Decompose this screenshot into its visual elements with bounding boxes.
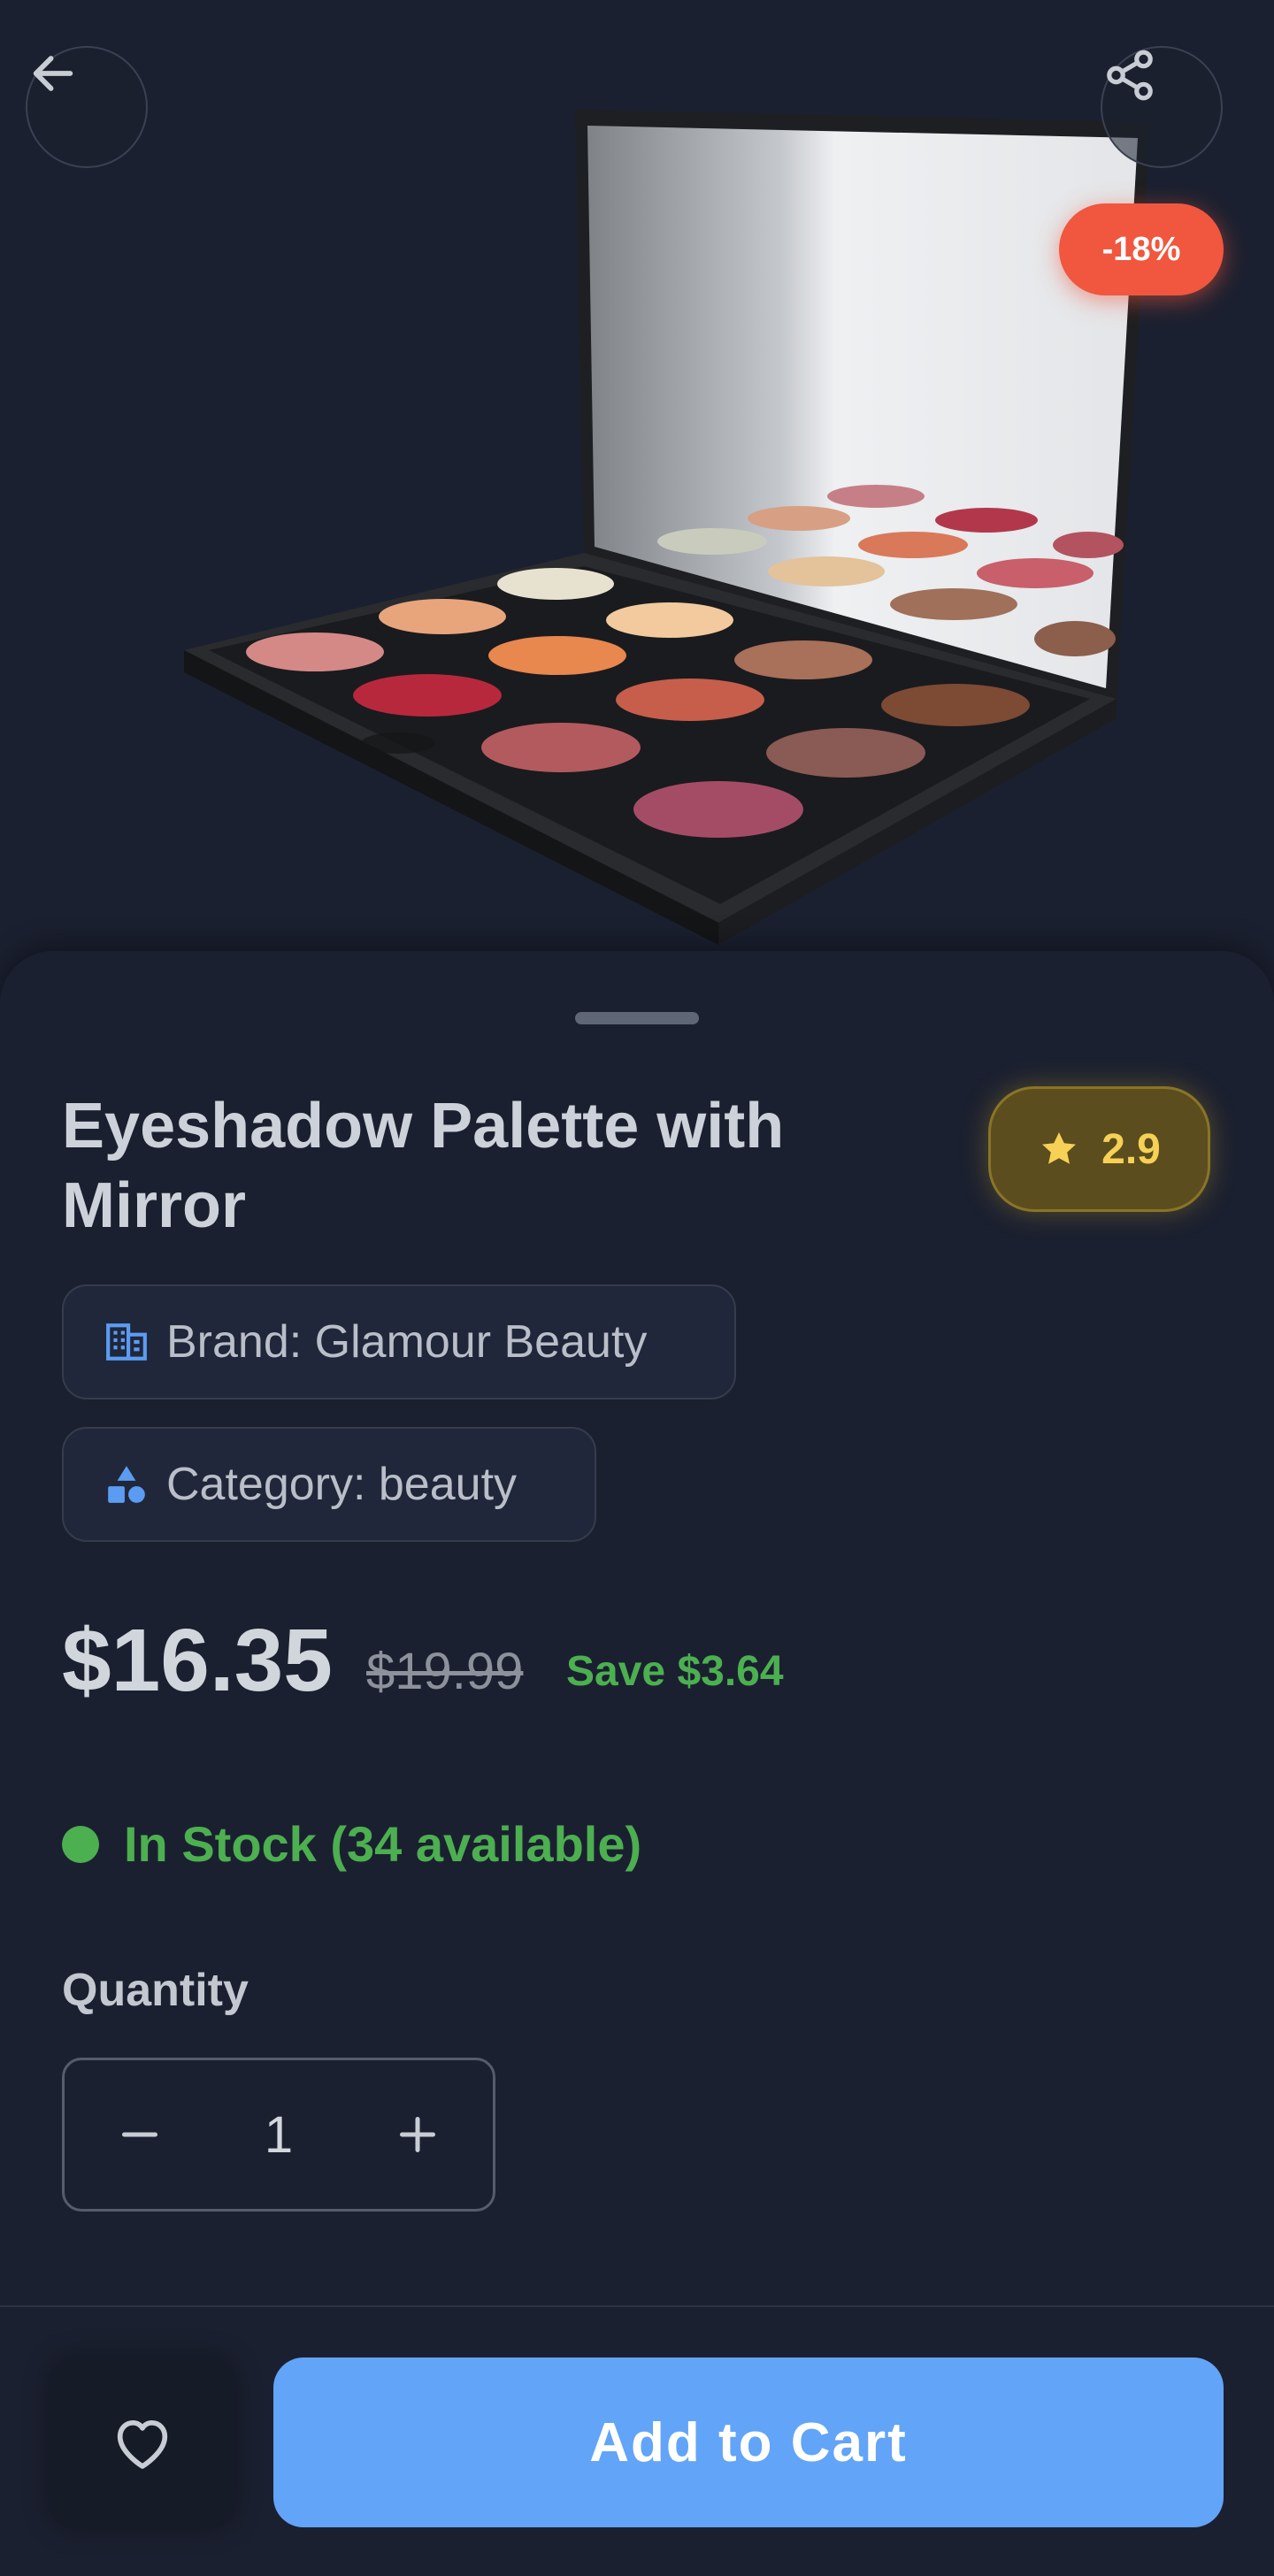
stock-status: In Stock (34 available) bbox=[62, 1815, 641, 1873]
quantity-label: Quantity bbox=[62, 1965, 249, 2016]
stock-text: In Stock (34 available) bbox=[124, 1816, 642, 1872]
quantity-value: 1 bbox=[264, 2105, 294, 2164]
category-text: Category: beauty bbox=[166, 1459, 518, 1510]
current-price: $16.35 bbox=[62, 1611, 333, 1710]
stock-dot-icon bbox=[62, 1825, 99, 1863]
sheet-handle[interactable] bbox=[575, 1012, 699, 1024]
product-image-area: -18% bbox=[0, 0, 1274, 964]
star-icon bbox=[1042, 1132, 1077, 1164]
share-button[interactable] bbox=[1101, 46, 1223, 168]
back-button[interactable] bbox=[26, 46, 148, 168]
building-icon bbox=[106, 1323, 147, 1361]
arrow-left-icon bbox=[33, 56, 73, 91]
rating-badge: 2.9 bbox=[988, 1086, 1210, 1212]
increment-button[interactable] bbox=[342, 2060, 493, 2209]
product-image bbox=[184, 110, 1150, 945]
quantity-stepper: 1 bbox=[62, 2058, 495, 2212]
decrement-button[interactable] bbox=[65, 2060, 215, 2209]
minus-icon bbox=[122, 2132, 157, 2137]
plus-icon bbox=[400, 2117, 435, 2152]
brand-chip[interactable]: Brand: Glamour Beauty bbox=[62, 1284, 736, 1399]
shapes-icon bbox=[108, 1466, 145, 1503]
savings-label: Save $3.64 bbox=[566, 1648, 784, 1695]
category-chip[interactable]: Category: beauty bbox=[62, 1427, 596, 1542]
favorite-button[interactable] bbox=[50, 2358, 234, 2527]
discount-badge: -18% bbox=[1059, 203, 1224, 295]
share-icon bbox=[1107, 50, 1153, 101]
heart-icon bbox=[117, 2419, 168, 2469]
original-price: $19.99 bbox=[366, 1643, 524, 1700]
product-title: Eyeshadow Palette with Mirror bbox=[62, 1091, 785, 1241]
rating-value: 2.9 bbox=[1101, 1125, 1161, 1173]
brand-text: Brand: Glamour Beauty bbox=[166, 1316, 648, 1368]
add-to-cart-button[interactable]: Add to Cart bbox=[273, 2358, 1224, 2527]
